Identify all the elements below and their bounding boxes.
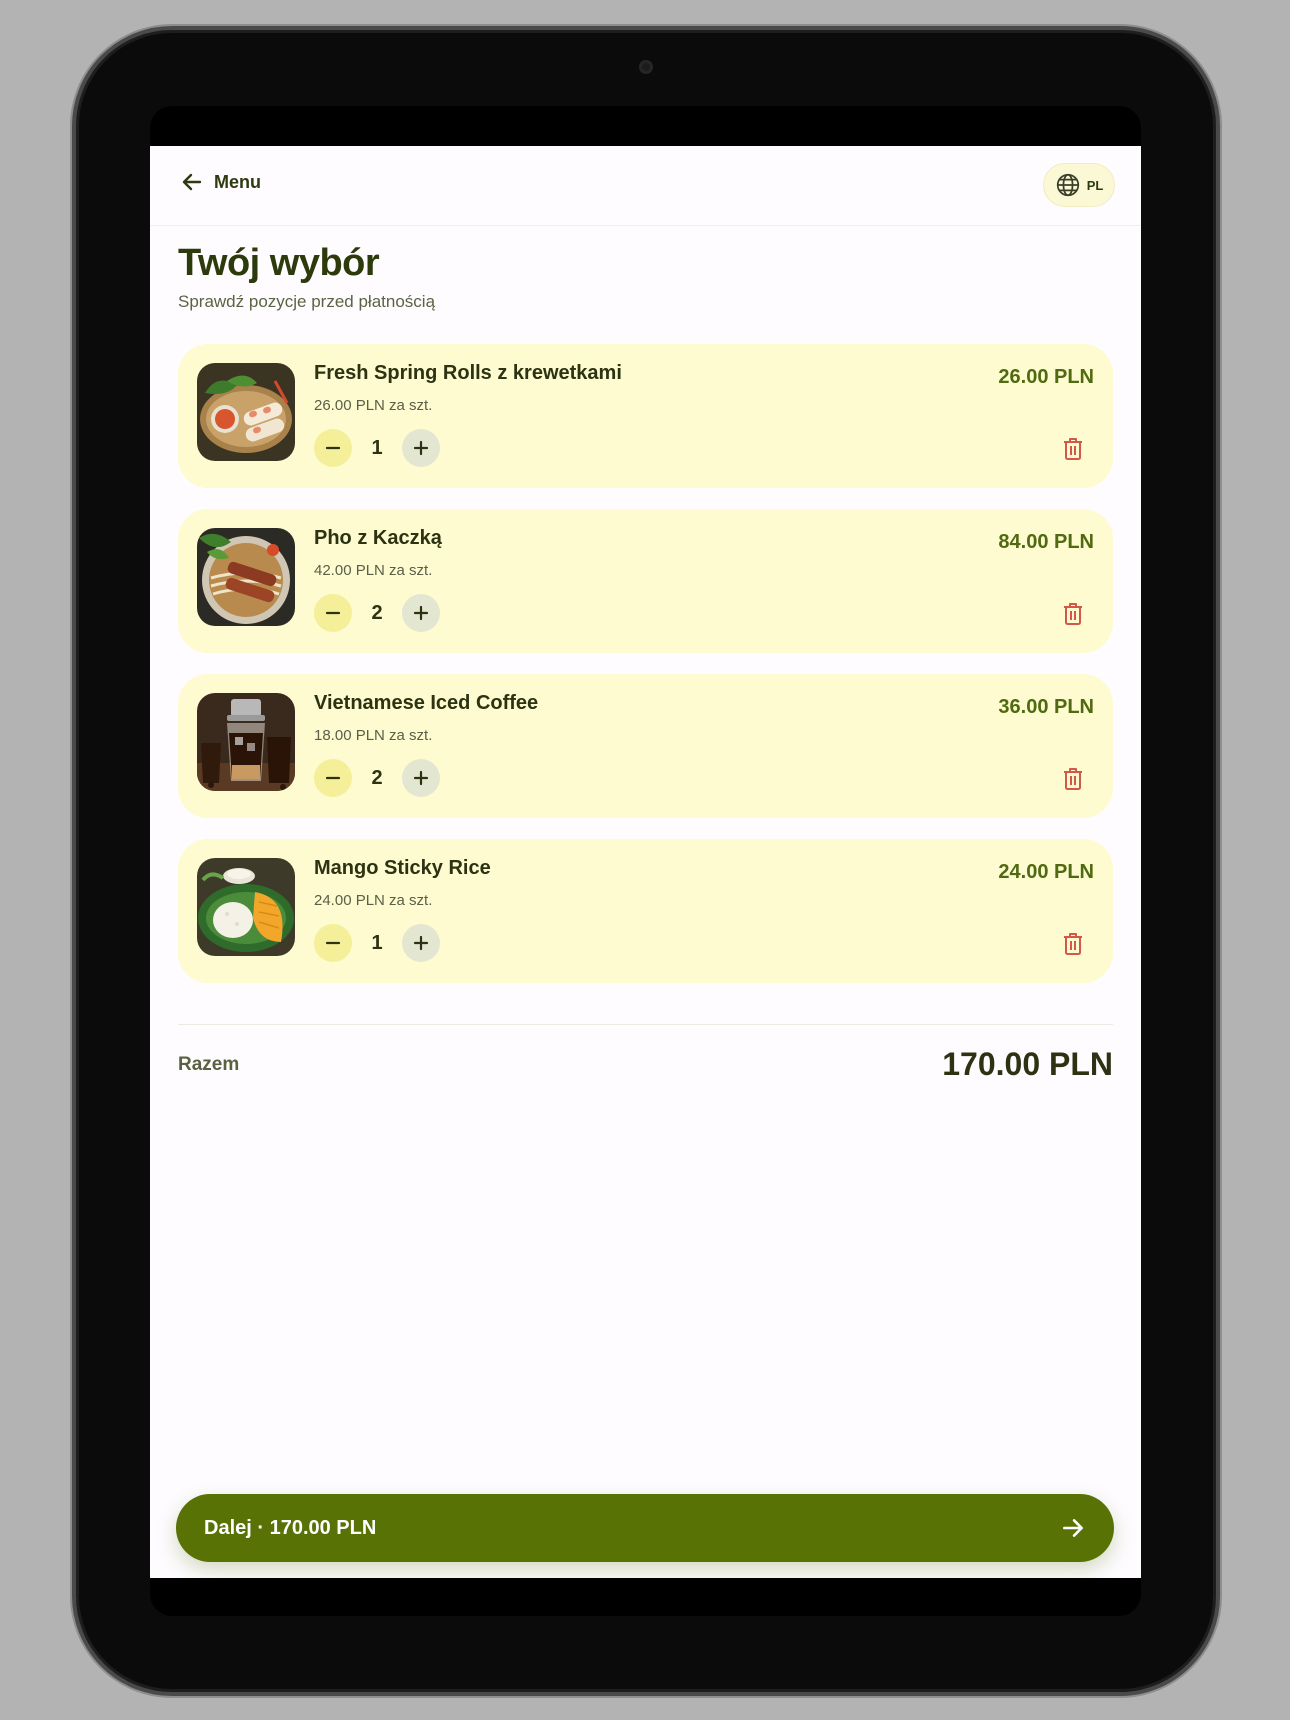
increase-quantity-button[interactable] — [402, 759, 440, 797]
quantity-value: 1 — [371, 436, 383, 459]
increase-quantity-button[interactable] — [402, 429, 440, 467]
plus-icon — [413, 770, 429, 786]
plus-icon — [413, 605, 429, 621]
page-title: Twój wybór — [178, 242, 380, 284]
back-to-menu-button[interactable]: Menu — [180, 170, 261, 194]
cart-list: Fresh Spring Rolls z krewetkami 26.00 PL… — [178, 344, 1113, 1004]
trash-icon — [1064, 933, 1082, 955]
remove-item-button[interactable] — [1061, 931, 1085, 957]
plus-icon — [413, 440, 429, 456]
item-unit-price: 18.00 PLN za szt. — [314, 727, 433, 744]
total-value: 170.00 PLN — [942, 1046, 1113, 1082]
minus-icon — [325, 611, 341, 615]
item-name: Fresh Spring Rolls z krewetkami — [314, 362, 622, 384]
increase-quantity-button[interactable] — [402, 924, 440, 962]
item-image-iced-coffee — [197, 693, 295, 791]
quantity-value: 2 — [371, 766, 383, 789]
item-total: 84.00 PLN — [998, 531, 1094, 553]
language-switcher[interactable]: PL — [1043, 163, 1115, 207]
summary-divider — [178, 1024, 1113, 1025]
item-total: 26.00 PLN — [998, 366, 1094, 388]
item-unit-price: 26.00 PLN za szt. — [314, 397, 433, 414]
arrow-left-icon — [182, 173, 202, 191]
quantity-stepper: 2 — [314, 594, 440, 632]
item-unit-price: 24.00 PLN za szt. — [314, 892, 433, 909]
quantity-stepper: 2 — [314, 759, 440, 797]
cart-item: Vietnamese Iced Coffee 18.00 PLN za szt.… — [178, 674, 1113, 818]
remove-item-button[interactable] — [1061, 766, 1085, 792]
decrease-quantity-button[interactable] — [314, 759, 352, 797]
item-image-pho-duck — [197, 528, 295, 626]
increase-quantity-button[interactable] — [402, 594, 440, 632]
trash-icon — [1064, 768, 1082, 790]
trash-icon — [1064, 438, 1082, 460]
decrease-quantity-button[interactable] — [314, 429, 352, 467]
cart-item: Mango Sticky Rice 24.00 PLN za szt. 24.0… — [178, 839, 1113, 983]
continue-button[interactable]: Dalej · 170.00 PLN — [176, 1494, 1114, 1562]
language-code: PL — [1086, 177, 1104, 193]
plus-icon — [413, 935, 429, 951]
item-name: Mango Sticky Rice — [314, 857, 491, 879]
front-camera — [639, 60, 653, 74]
globe-icon — [1056, 173, 1079, 197]
app-screen: Menu PL Twój wybór Sprawdź pozycje przed… — [150, 146, 1141, 1578]
cart-item: Fresh Spring Rolls z krewetkami 26.00 PL… — [178, 344, 1113, 488]
item-image-spring-rolls — [197, 363, 295, 461]
item-total: 24.00 PLN — [998, 861, 1094, 883]
total-label: Razem — [178, 1054, 240, 1075]
top-bar: Menu PL — [150, 146, 1141, 226]
quantity-stepper: 1 — [314, 429, 440, 467]
item-unit-price: 42.00 PLN za szt. — [314, 562, 433, 579]
quantity-value: 1 — [371, 931, 383, 954]
page-subtitle: Sprawdź pozycje przed płatnością — [178, 292, 436, 311]
minus-icon — [325, 776, 341, 780]
minus-icon — [325, 446, 341, 450]
back-label: Menu — [214, 171, 261, 192]
remove-item-button[interactable] — [1061, 601, 1085, 627]
decrease-quantity-button[interactable] — [314, 594, 352, 632]
cart-item: Pho z Kaczką 42.00 PLN za szt. 84.00 PLN… — [178, 509, 1113, 653]
arrow-right-icon — [1063, 1519, 1083, 1537]
quantity-stepper: 1 — [314, 924, 440, 962]
minus-icon — [325, 941, 341, 945]
item-image-mango-rice — [197, 858, 295, 956]
decrease-quantity-button[interactable] — [314, 924, 352, 962]
continue-button-label: Dalej · 170.00 PLN — [204, 1516, 377, 1539]
quantity-value: 2 — [371, 601, 383, 624]
remove-item-button[interactable] — [1061, 436, 1085, 462]
trash-icon — [1064, 603, 1082, 625]
item-name: Pho z Kaczką — [314, 527, 442, 549]
item-total: 36.00 PLN — [998, 696, 1094, 718]
item-name: Vietnamese Iced Coffee — [314, 692, 539, 714]
